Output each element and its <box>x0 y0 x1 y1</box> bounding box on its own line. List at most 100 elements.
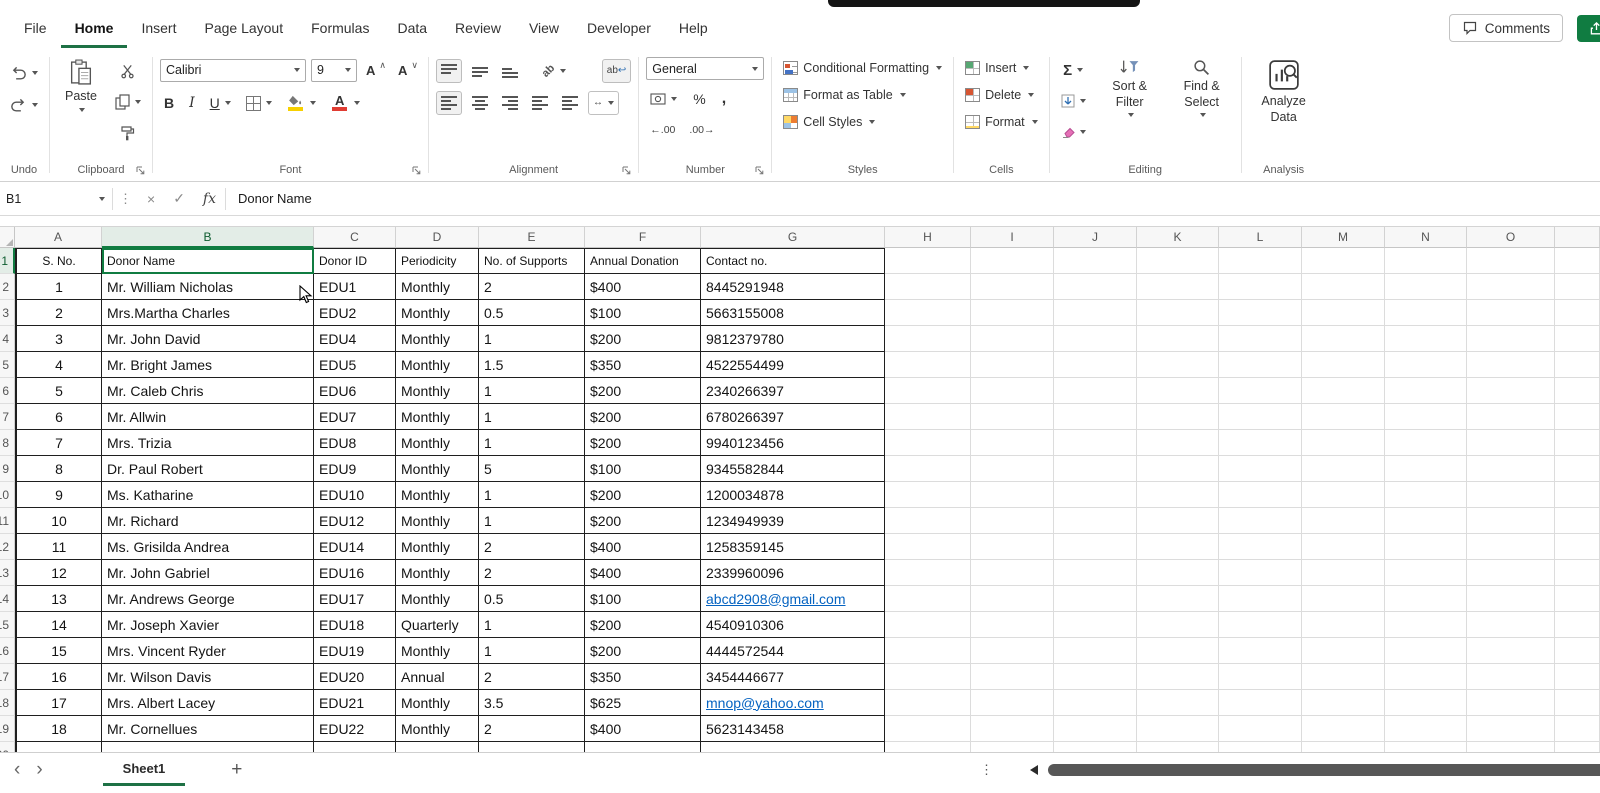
cell-K3[interactable] <box>1137 300 1219 326</box>
accounting-format-button[interactable] <box>646 87 681 111</box>
cell-G10[interactable]: 1200034878 <box>701 482 885 508</box>
cell-partial-16[interactable] <box>1555 638 1600 664</box>
cell-G17[interactable]: 3454446677 <box>701 664 885 690</box>
cell-D2[interactable]: Monthly <box>396 274 479 300</box>
scroll-left-icon[interactable] <box>1030 765 1038 775</box>
cell-M13[interactable] <box>1302 560 1385 586</box>
cell-F9[interactable]: $100 <box>585 456 701 482</box>
cell-J14[interactable] <box>1054 586 1137 612</box>
cell-A12[interactable]: 11 <box>15 534 102 560</box>
cell-O1[interactable] <box>1467 248 1555 274</box>
cell-H5[interactable] <box>885 352 971 378</box>
cell-G1[interactable]: Contact no. <box>701 248 885 274</box>
top-align-button[interactable] <box>435 59 462 83</box>
cell-G6[interactable]: 2340266397 <box>701 378 885 404</box>
fill-button[interactable] <box>1057 89 1090 113</box>
cell-partial-7[interactable] <box>1555 404 1600 430</box>
row-header-18[interactable]: 18 <box>0 690 15 716</box>
cell-K1[interactable] <box>1137 248 1219 274</box>
cell-J16[interactable] <box>1054 638 1137 664</box>
cell-D1[interactable]: Periodicity <box>396 248 479 274</box>
cell-I20[interactable] <box>971 742 1054 752</box>
cell-J6[interactable] <box>1054 378 1137 404</box>
cell-C18[interactable]: EDU21 <box>314 690 396 716</box>
cell-E20[interactable] <box>479 742 585 752</box>
column-header-F[interactable]: F <box>585 227 701 248</box>
cell-H7[interactable] <box>885 404 971 430</box>
cell-C6[interactable]: EDU6 <box>314 378 396 404</box>
cell-I9[interactable] <box>971 456 1054 482</box>
cell-B16[interactable]: Mrs. Vincent Ryder <box>102 638 314 664</box>
cell-N8[interactable] <box>1385 430 1467 456</box>
cell-M6[interactable] <box>1302 378 1385 404</box>
delete-cells-button[interactable]: Delete <box>961 85 1038 105</box>
cell-L18[interactable] <box>1219 690 1302 716</box>
cell-B10[interactable]: Ms. Katharine <box>102 482 314 508</box>
decrease-decimal-button[interactable]: .00→ <box>685 118 718 142</box>
cell-A6[interactable]: 5 <box>15 378 102 404</box>
cell-G13[interactable]: 2339960096 <box>701 560 885 586</box>
cell-G3[interactable]: 5663155008 <box>701 300 885 326</box>
cell-B7[interactable]: Mr. Allwin <box>102 404 314 430</box>
cell-O6[interactable] <box>1467 378 1555 404</box>
column-header-C[interactable]: C <box>314 227 396 248</box>
cell-J8[interactable] <box>1054 430 1137 456</box>
cell-I15[interactable] <box>971 612 1054 638</box>
cell-A11[interactable]: 10 <box>15 508 102 534</box>
cell-F11[interactable]: $200 <box>585 508 701 534</box>
cell-E18[interactable]: 3.5 <box>479 690 585 716</box>
cell-N6[interactable] <box>1385 378 1467 404</box>
cell-A10[interactable]: 9 <box>15 482 102 508</box>
cell-N11[interactable] <box>1385 508 1467 534</box>
cell-K19[interactable] <box>1137 716 1219 742</box>
cell-J2[interactable] <box>1054 274 1137 300</box>
cell-H18[interactable] <box>885 690 971 716</box>
cell-I12[interactable] <box>971 534 1054 560</box>
cell-L14[interactable] <box>1219 586 1302 612</box>
cell-K11[interactable] <box>1137 508 1219 534</box>
row-header-7[interactable]: 7 <box>0 404 15 430</box>
cell-F17[interactable]: $350 <box>585 664 701 690</box>
cell-A17[interactable]: 16 <box>15 664 102 690</box>
cell-H17[interactable] <box>885 664 971 690</box>
autosum-button[interactable]: Σ <box>1057 58 1090 82</box>
cell-partial-3[interactable] <box>1555 300 1600 326</box>
borders-button[interactable] <box>242 91 276 115</box>
cell-partial-8[interactable] <box>1555 430 1600 456</box>
cell-I8[interactable] <box>971 430 1054 456</box>
cell-L20[interactable] <box>1219 742 1302 752</box>
cell-N13[interactable] <box>1385 560 1467 586</box>
cell-D11[interactable]: Monthly <box>396 508 479 534</box>
format-cells-button[interactable]: Format <box>961 112 1042 132</box>
cell-A13[interactable]: 12 <box>15 560 102 586</box>
column-header-A[interactable]: A <box>15 227 102 248</box>
cell-E17[interactable]: 2 <box>479 664 585 690</box>
redo-button[interactable] <box>6 93 42 117</box>
cell-I13[interactable] <box>971 560 1054 586</box>
cell-A9[interactable]: 8 <box>15 456 102 482</box>
cell-B4[interactable]: Mr. John David <box>102 326 314 352</box>
cell-O5[interactable] <box>1467 352 1555 378</box>
cell-C19[interactable]: EDU22 <box>314 716 396 742</box>
cell-M15[interactable] <box>1302 612 1385 638</box>
cell-N10[interactable] <box>1385 482 1467 508</box>
font-dialog-launcher[interactable] <box>412 166 421 175</box>
insert-function-button[interactable]: fx <box>194 191 225 207</box>
cell-A20[interactable] <box>15 742 102 752</box>
cell-J5[interactable] <box>1054 352 1137 378</box>
comments-button[interactable]: Comments <box>1448 14 1563 42</box>
cell-partial-20[interactable] <box>1555 742 1600 752</box>
row-header-4[interactable]: 4 <box>0 326 15 352</box>
cell-H1[interactable] <box>885 248 971 274</box>
format-as-table-button[interactable]: Format as Table <box>779 85 909 105</box>
cell-J1[interactable] <box>1054 248 1137 274</box>
cell-D5[interactable]: Monthly <box>396 352 479 378</box>
cell-H15[interactable] <box>885 612 971 638</box>
cell-M10[interactable] <box>1302 482 1385 508</box>
cell-A15[interactable]: 14 <box>15 612 102 638</box>
cell-N2[interactable] <box>1385 274 1467 300</box>
cell-O12[interactable] <box>1467 534 1555 560</box>
cell-C1[interactable]: Donor ID <box>314 248 396 274</box>
comma-style-button[interactable]: , <box>718 87 730 111</box>
cell-L19[interactable] <box>1219 716 1302 742</box>
